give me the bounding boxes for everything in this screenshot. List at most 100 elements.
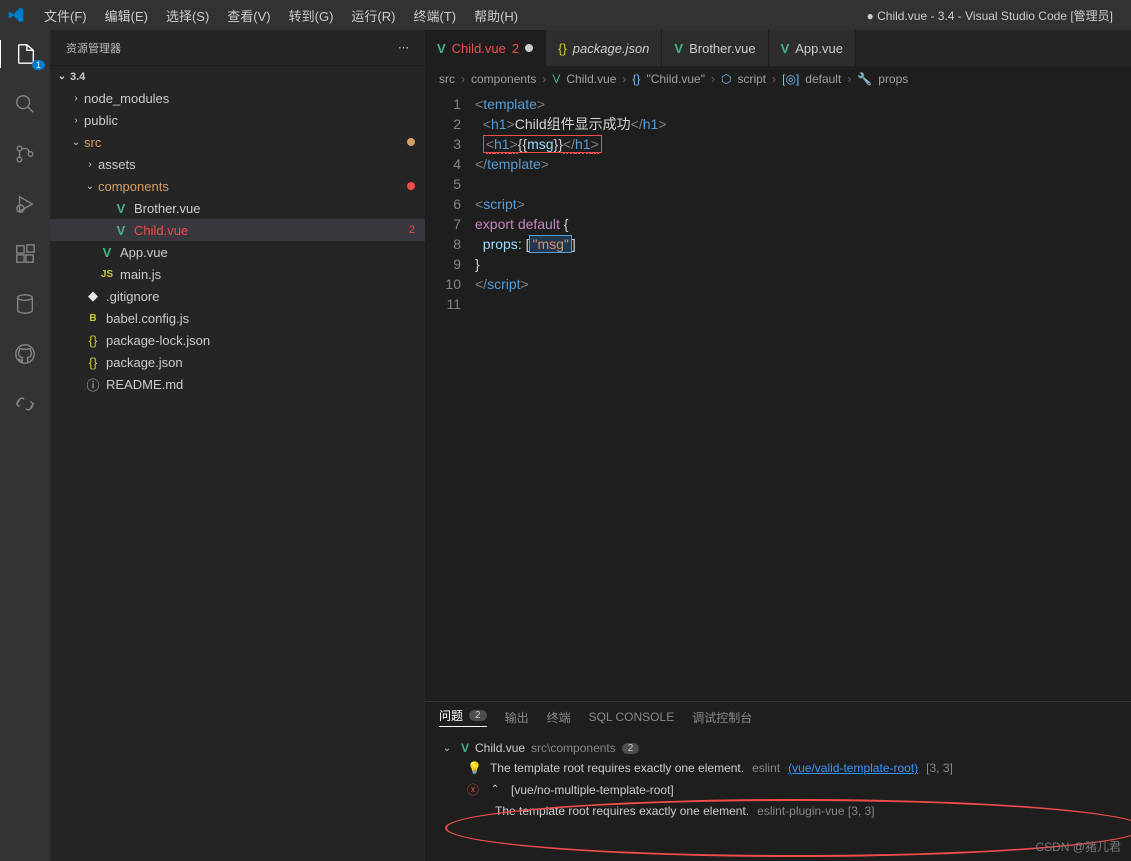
- menu-item[interactable]: 选择(S): [158, 2, 217, 29]
- tree-row[interactable]: VApp.vue: [50, 241, 425, 263]
- menu-bar: 文件(F)编辑(E)选择(S)查看(V)转到(G)运行(R)终端(T)帮助(H): [36, 2, 526, 29]
- breadcrumb-icon: {}: [632, 72, 640, 86]
- code-content[interactable]: <template> <h1>Child组件显示成功</h1> <h1>{{ms…: [475, 92, 1131, 701]
- breadcrumb-item[interactable]: props: [878, 72, 908, 86]
- more-icon[interactable]: ⋯: [398, 41, 409, 54]
- editor-tab[interactable]: {}package.json: [546, 30, 662, 66]
- explorer-badge: 1: [32, 60, 45, 70]
- extensions-icon[interactable]: [11, 240, 39, 268]
- tree-row[interactable]: Bbabel.config.js: [50, 307, 425, 329]
- tree-label: public: [84, 113, 415, 128]
- menu-item[interactable]: 终端(T): [405, 2, 464, 29]
- twisty-icon: ⌄: [82, 181, 98, 192]
- explorer-icon[interactable]: 1: [0, 40, 49, 68]
- tree-row[interactable]: ›node_modules: [50, 87, 425, 109]
- breadcrumb-item[interactable]: default: [805, 72, 841, 86]
- file-icon: ◆: [84, 288, 102, 304]
- tree-row[interactable]: {}package-lock.json: [50, 329, 425, 351]
- panel-tab[interactable]: 输出: [505, 709, 529, 726]
- folder-section[interactable]: ⌄3.4: [50, 65, 425, 87]
- tree-row[interactable]: JSmain.js: [50, 263, 425, 285]
- file-icon: JS: [98, 269, 116, 280]
- menu-item[interactable]: 运行(R): [343, 2, 403, 29]
- error-icon: ⓧ: [467, 781, 479, 798]
- editor-tab[interactable]: V Brother.vue: [662, 30, 768, 66]
- problems-count: 2: [469, 710, 487, 721]
- breadcrumb-separator: ›: [622, 72, 626, 86]
- breadcrumb-item[interactable]: src: [439, 72, 455, 86]
- panel-tabs: 问题2 输出 终端 SQL CONSOLE 调试控制台: [425, 702, 1131, 732]
- panel-tab[interactable]: SQL CONSOLE: [589, 710, 675, 724]
- tree-row[interactable]: VChild.vue2: [50, 219, 425, 241]
- search-icon[interactable]: [11, 90, 39, 118]
- problem-item[interactable]: ⓧ ⌃ [vue/no-multiple-template-root]: [439, 778, 1117, 801]
- twisty-icon: ›: [68, 115, 84, 126]
- sidebar-header: 资源管理器 ⋯: [50, 30, 425, 65]
- breadcrumb-separator: ›: [542, 72, 546, 86]
- menu-item[interactable]: 帮助(H): [466, 2, 526, 29]
- file-icon: V: [112, 201, 130, 216]
- tree-label: App.vue: [120, 245, 415, 260]
- activity-bar: 1: [0, 30, 50, 861]
- title-bar: 文件(F)编辑(E)选择(S)查看(V)转到(G)运行(R)终端(T)帮助(H)…: [0, 0, 1131, 30]
- tree-row[interactable]: ⌄src: [50, 131, 425, 153]
- problem-source: eslint-plugin-vue [3, 3]: [757, 804, 874, 818]
- tab-label: Child.vue: [452, 41, 506, 56]
- tree-label: assets: [98, 157, 415, 172]
- tree-row[interactable]: VBrother.vue: [50, 197, 425, 219]
- error-badge: 2: [409, 224, 415, 236]
- code-editor[interactable]: 1234567891011 <template> <h1>Child组件显示成功…: [425, 92, 1131, 701]
- watermark: CSDN @猪儿君: [1035, 838, 1121, 855]
- tree-label: babel.config.js: [106, 311, 415, 326]
- tree-label: node_modules: [84, 91, 415, 106]
- modified-dot: [407, 138, 415, 146]
- tree-row[interactable]: ⓘ README.md: [50, 373, 425, 395]
- menu-item[interactable]: 转到(G): [281, 2, 342, 29]
- github-icon[interactable]: [11, 340, 39, 368]
- editor-tab[interactable]: VChild.vue2: [425, 30, 546, 66]
- remote-icon[interactable]: [11, 390, 39, 418]
- tree-row[interactable]: ⌄components: [50, 175, 425, 197]
- tab-icon: V: [674, 41, 683, 56]
- breadcrumb-item[interactable]: Child.vue: [566, 72, 616, 86]
- problem-item[interactable]: 💡 The template root requires exactly one…: [439, 758, 1117, 778]
- breadcrumb-item[interactable]: script: [737, 72, 766, 86]
- tab-label: Brother.vue: [689, 41, 756, 56]
- breadcrumb-item[interactable]: components: [471, 72, 536, 86]
- window-title: ● Child.vue - 3.4 - Visual Studio Code […: [867, 7, 1113, 24]
- panel-tab[interactable]: 终端: [547, 709, 571, 726]
- file-icon: ⓘ: [84, 375, 102, 394]
- tree-row[interactable]: ◆.gitignore: [50, 285, 425, 307]
- menu-item[interactable]: 查看(V): [219, 2, 278, 29]
- database-icon[interactable]: [11, 290, 39, 318]
- panel-tab[interactable]: 问题2: [439, 707, 487, 727]
- breadcrumbs[interactable]: src›components›VChild.vue›{}"Child.vue"›…: [425, 66, 1131, 92]
- tree-label: Child.vue: [134, 223, 409, 238]
- modified-dot: [525, 44, 533, 52]
- menu-item[interactable]: 文件(F): [36, 2, 95, 29]
- breadcrumb-icon: 🔧: [857, 72, 872, 86]
- editor-tabs: VChild.vue2{}package.json V Brother.vue VAp…: [425, 30, 1131, 66]
- root-folder-label: 3.4: [70, 71, 85, 83]
- twisty-icon: ⌄: [68, 137, 84, 148]
- tree-row[interactable]: ›assets: [50, 153, 425, 175]
- menu-item[interactable]: 编辑(E): [97, 2, 156, 29]
- breadcrumb-icon: V: [552, 72, 560, 86]
- problem-file-row[interactable]: ⌄ V Child.vue src\components 2: [439, 738, 1117, 758]
- problem-message: The template root requires exactly one e…: [495, 804, 749, 818]
- problem-position: [3, 3]: [926, 761, 953, 775]
- tree-row[interactable]: ›public: [50, 109, 425, 131]
- problem-item[interactable]: The template root requires exactly one e…: [439, 801, 1117, 821]
- tree-row[interactable]: {}package.json: [50, 351, 425, 373]
- breadcrumb-separator: ›: [847, 72, 851, 86]
- problem-rule-link[interactable]: (vue/valid-template-root): [788, 761, 918, 775]
- problem-source: eslint: [752, 761, 780, 775]
- tree-label: README.md: [106, 377, 415, 392]
- breadcrumb-icon: [◎]: [782, 72, 799, 86]
- twisty-icon: ›: [68, 93, 84, 104]
- breadcrumb-item[interactable]: "Child.vue": [646, 72, 705, 86]
- editor-tab[interactable]: VApp.vue: [769, 30, 856, 66]
- panel-tab[interactable]: 调试控制台: [692, 709, 752, 726]
- source-control-icon[interactable]: [11, 140, 39, 168]
- run-debug-icon[interactable]: [11, 190, 39, 218]
